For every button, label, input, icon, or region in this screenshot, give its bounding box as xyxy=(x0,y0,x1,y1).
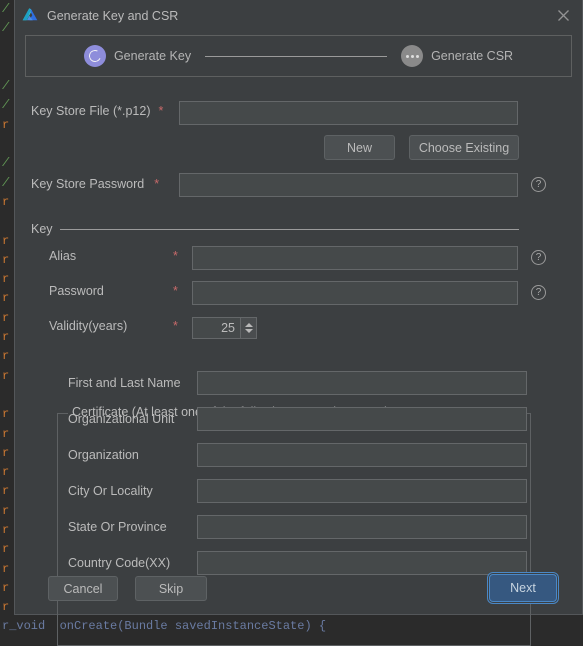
new-button[interactable]: New xyxy=(324,135,395,160)
cancel-button[interactable]: Cancel xyxy=(48,576,118,601)
wizard-step-indicator: Generate Key Generate CSR xyxy=(25,35,572,77)
spinner-ring-icon xyxy=(84,45,106,67)
required-marker: * xyxy=(154,177,159,191)
key-section-header: Key xyxy=(31,222,519,236)
organization-row: Organization xyxy=(68,448,139,462)
validity-label: Validity(years) xyxy=(49,319,127,333)
key-section-title: Key xyxy=(31,222,53,236)
next-button[interactable]: Next xyxy=(489,574,557,602)
key-store-file-input[interactable] xyxy=(179,101,518,125)
close-button[interactable] xyxy=(544,0,582,31)
organization-input[interactable] xyxy=(197,443,527,467)
help-icon[interactable]: ? xyxy=(531,250,546,265)
organizational-unit-input[interactable] xyxy=(197,407,527,431)
stepper-down-icon[interactable] xyxy=(245,329,253,333)
stepper-up-icon[interactable] xyxy=(245,323,253,327)
alias-label: Alias xyxy=(49,249,76,263)
wizard-step-generate-key[interactable]: Generate Key xyxy=(84,45,191,67)
key-password-row: Password xyxy=(49,284,104,298)
skip-button[interactable]: Skip xyxy=(135,576,207,601)
required-marker: * xyxy=(159,104,164,118)
help-icon[interactable]: ? xyxy=(531,285,546,300)
ellipsis-icon xyxy=(401,45,423,67)
alias-input[interactable] xyxy=(192,246,518,270)
wizard-step-label: Generate Key xyxy=(114,49,191,63)
generate-key-and-csr-dialog: Generate Key and CSR Generate Key Genera… xyxy=(14,0,583,615)
key-password-input[interactable] xyxy=(192,281,518,305)
required-marker: * xyxy=(173,284,178,298)
organization-label: Organization xyxy=(68,448,139,462)
state-or-province-input[interactable] xyxy=(197,515,527,539)
android-studio-icon xyxy=(19,5,41,27)
first-last-name-row: First and Last Name xyxy=(68,376,181,390)
alias-row: Alias xyxy=(49,249,76,263)
validity-value[interactable]: 25 xyxy=(192,317,240,339)
wizard-step-label: Generate CSR xyxy=(431,49,513,63)
key-store-file-row: Key Store File (*.p12) * xyxy=(31,104,163,118)
required-marker: * xyxy=(173,319,178,333)
validity-stepper[interactable]: 25 xyxy=(192,317,257,339)
key-store-password-label: Key Store Password xyxy=(31,177,144,191)
wizard-step-generate-csr[interactable]: Generate CSR xyxy=(401,45,513,67)
wizard-step-connector xyxy=(205,56,387,57)
required-marker: * xyxy=(173,249,178,263)
validity-stepper-buttons[interactable] xyxy=(240,317,257,339)
state-or-province-label: State Or Province xyxy=(68,520,167,534)
choose-existing-button[interactable]: Choose Existing xyxy=(409,135,519,160)
help-icon[interactable]: ? xyxy=(531,177,546,192)
organizational-unit-row: Organizational Unit xyxy=(68,412,174,426)
dialog-footer: Cancel Skip Next xyxy=(15,568,582,614)
city-or-locality-label: City Or Locality xyxy=(68,484,153,498)
first-last-name-label: First and Last Name xyxy=(68,376,181,390)
city-or-locality-row: City Or Locality xyxy=(68,484,153,498)
validity-row: Validity(years) xyxy=(49,319,127,333)
dialog-title: Generate Key and CSR xyxy=(47,9,544,23)
section-divider xyxy=(60,229,519,230)
close-icon xyxy=(557,9,570,22)
key-store-password-input[interactable] xyxy=(179,173,518,197)
organizational-unit-label: Organizational Unit xyxy=(68,412,174,426)
key-store-password-row: Key Store Password * xyxy=(31,177,159,191)
key-password-label: Password xyxy=(49,284,104,298)
city-or-locality-input[interactable] xyxy=(197,479,527,503)
first-last-name-input[interactable] xyxy=(197,371,527,395)
dialog-body: Key Store File (*.p12) * New Choose Exis… xyxy=(15,77,582,614)
state-or-province-row: State Or Province xyxy=(68,520,167,534)
dialog-titlebar: Generate Key and CSR xyxy=(15,0,582,31)
key-store-file-label: Key Store File (*.p12) xyxy=(31,104,151,118)
